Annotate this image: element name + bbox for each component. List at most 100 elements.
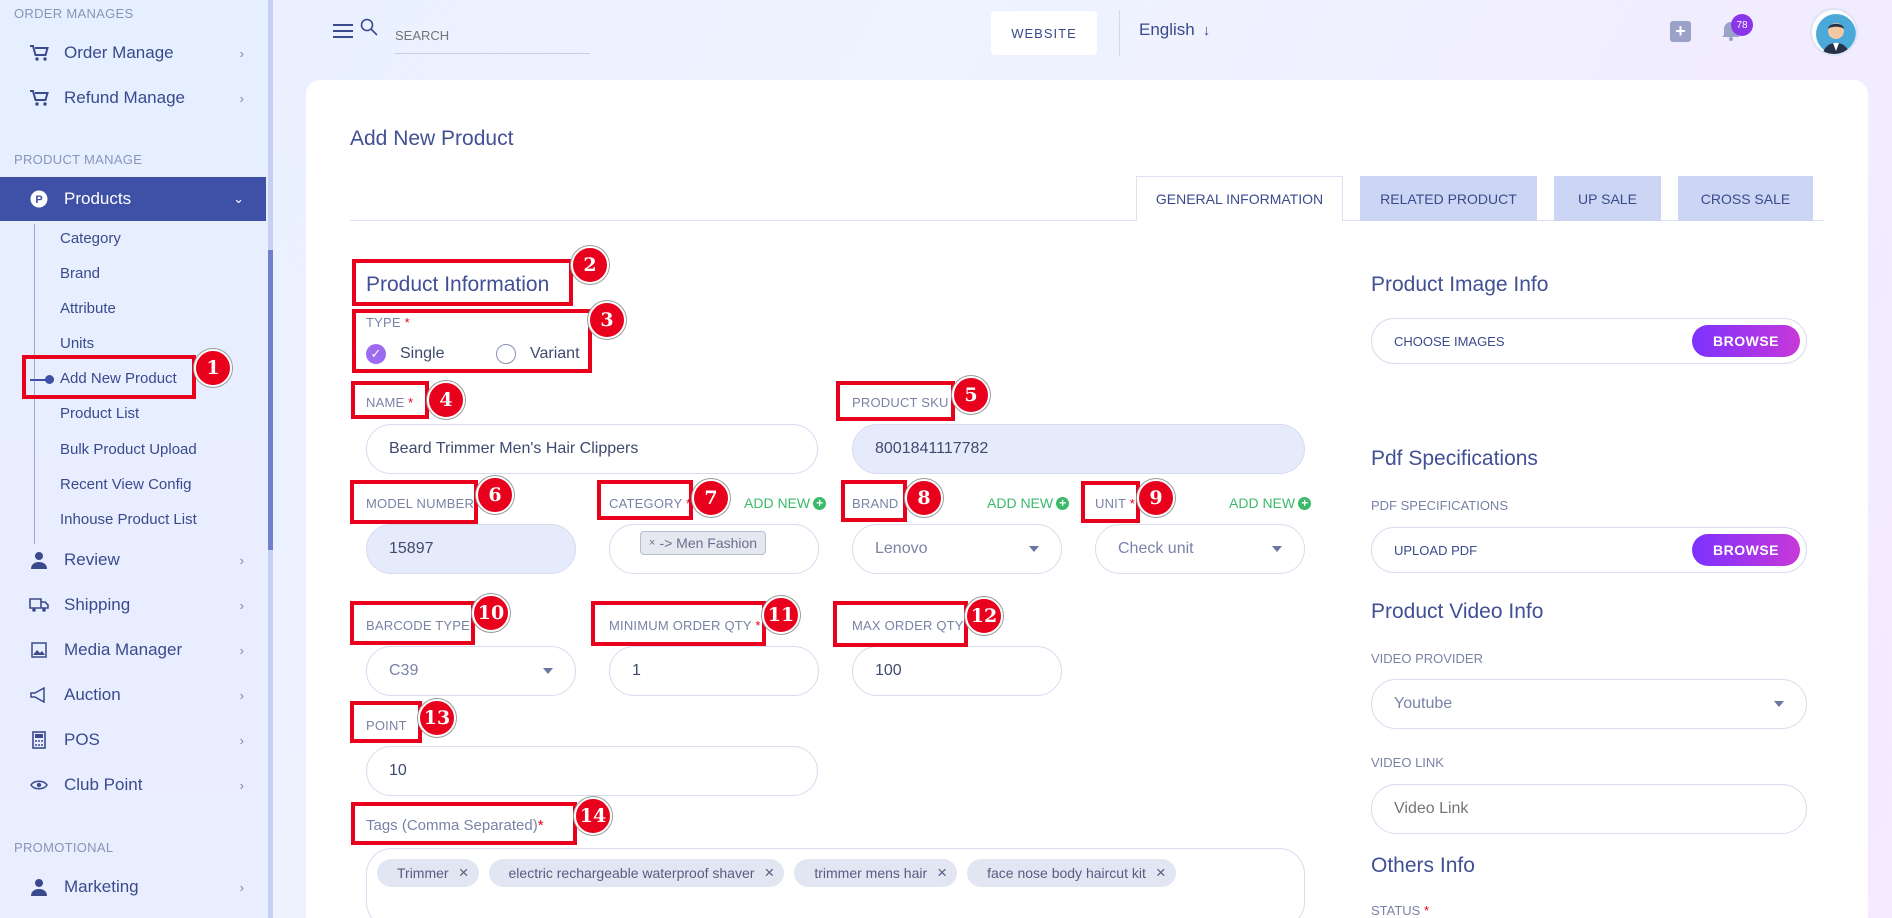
sidebar-item-auction[interactable]: Auction › <box>0 673 266 717</box>
video-provider-label: VIDEO PROVIDER <box>1371 651 1483 666</box>
submenu-product-list[interactable]: Product List <box>60 405 139 422</box>
sidebar: ORDER MANAGES Order Manage › Refund Mana… <box>0 0 268 918</box>
tag-remove-icon[interactable]: × <box>764 863 774 883</box>
chevron-right-icon: › <box>239 552 244 568</box>
min-order-qty-input[interactable]: 1 <box>609 646 819 696</box>
megaphone-icon <box>28 687 50 703</box>
highlight-box <box>597 480 693 520</box>
tag-chip: Trimmer × <box>377 859 479 887</box>
submenu-category[interactable]: Category <box>60 230 121 247</box>
sidebar-item-shipping[interactable]: Shipping › <box>0 583 266 627</box>
annotation-badge: 12 <box>965 597 1003 635</box>
model-number-input[interactable]: 15897 <box>366 524 576 574</box>
annotation-badge: 13 <box>418 699 456 737</box>
chevron-right-icon: › <box>239 597 244 613</box>
brand-select[interactable]: Lenovo <box>852 524 1062 574</box>
chip-remove-icon[interactable]: × <box>649 537 655 549</box>
annotation-badge: 1 <box>194 349 232 387</box>
product-image-title: Product Image Info <box>1371 273 1549 296</box>
highlight-box <box>841 480 907 522</box>
sidebar-item-review[interactable]: Review › <box>0 538 266 582</box>
tab-general-information[interactable]: GENERAL INFORMATION <box>1136 176 1343 221</box>
tag-remove-icon[interactable]: × <box>459 863 469 883</box>
search-icon[interactable] <box>360 18 378 41</box>
unit-select[interactable]: Check unit <box>1095 524 1305 574</box>
annotation-badge: 8 <box>905 479 943 517</box>
video-provider-select[interactable]: Youtube <box>1371 679 1807 729</box>
brand-add-new-link[interactable]: ADD NEW + <box>987 495 1070 511</box>
language-select[interactable]: English ↓ <box>1139 20 1210 40</box>
truck-icon <box>28 597 50 613</box>
category-add-new-link[interactable]: ADD NEW + <box>744 495 827 511</box>
caret-down-icon <box>1774 701 1784 707</box>
cart-icon <box>28 44 50 62</box>
add-icon[interactable]: + <box>1670 21 1691 42</box>
sidebar-item-products[interactable]: P Products ⌄ <box>0 177 266 221</box>
point-input[interactable]: 10 <box>366 746 818 796</box>
menu-icon[interactable] <box>333 22 353 38</box>
tag-chip: electric rechargeable waterproof shaver × <box>488 859 785 887</box>
highlight-box <box>591 601 766 646</box>
highlight-box <box>350 701 422 743</box>
sidebar-item-pos[interactable]: POS › <box>0 718 266 762</box>
video-link-input[interactable] <box>1371 784 1807 834</box>
annotation-badge: 10 <box>472 594 510 632</box>
annotation-badge: 5 <box>952 376 990 414</box>
sidebar-item-club-point[interactable]: Club Point › <box>0 763 266 807</box>
upload-pdf-field[interactable]: UPLOAD PDF BROWSE <box>1371 527 1807 573</box>
sidebar-label: Review <box>64 550 120 569</box>
image-icon <box>28 642 50 658</box>
choose-images-field[interactable]: CHOOSE IMAGES BROWSE <box>1371 318 1807 364</box>
user-icon <box>28 878 50 896</box>
chevron-right-icon: › <box>239 642 244 658</box>
submenu-units[interactable]: Units <box>60 335 94 352</box>
submenu-attribute[interactable]: Attribute <box>60 300 116 317</box>
annotation-badge: 2 <box>571 246 609 284</box>
chevron-right-icon: › <box>239 777 244 793</box>
plus-circle-icon: + <box>1298 496 1312 510</box>
annotation-badge: 7 <box>692 479 730 517</box>
website-button[interactable]: WEBSITE <box>991 11 1097 55</box>
caret-down-icon <box>1272 546 1282 552</box>
category-select[interactable]: × -> Men Fashion <box>609 524 819 574</box>
tag-chip: face nose body haircut kit × <box>967 859 1176 887</box>
sidebar-label: Shipping <box>64 595 131 614</box>
cart-icon <box>28 89 50 107</box>
sidebar-label: Refund Manage <box>64 88 185 107</box>
tags-input[interactable]: Trimmer × electric rechargeable waterproof… <box>366 848 1305 918</box>
name-input[interactable]: Beard Trimmer Men's Hair Clippers <box>366 424 818 474</box>
submenu-recent-view[interactable]: Recent View Config <box>60 476 191 493</box>
browse-pdf-button[interactable]: BROWSE <box>1692 534 1800 566</box>
barcode-type-select[interactable]: C39 <box>366 646 576 696</box>
tab-up-sale[interactable]: UP SALE <box>1554 176 1661 221</box>
annotation-badge: 11 <box>762 596 800 634</box>
annotation-badge: 4 <box>427 381 465 419</box>
calculator-icon <box>28 731 50 749</box>
chevron-right-icon: › <box>239 879 244 895</box>
sidebar-item-media-manager[interactable]: Media Manager › <box>0 628 266 672</box>
sidebar-label: Marketing <box>64 877 139 896</box>
submenu-inhouse[interactable]: Inhouse Product List <box>60 511 197 528</box>
eye-icon <box>28 779 50 791</box>
highlight-box <box>833 601 968 647</box>
browse-images-button[interactable]: BROWSE <box>1692 325 1800 357</box>
tag-chip: trimmer mens hair × <box>794 859 958 887</box>
section-promotional: PROMOTIONAL <box>14 840 114 855</box>
tag-remove-icon[interactable]: × <box>1156 863 1166 883</box>
sidebar-scrollbar-thumb[interactable] <box>268 250 273 550</box>
tab-cross-sale[interactable]: CROSS SALE <box>1678 176 1813 221</box>
sidebar-item-refund-manage[interactable]: Refund Manage › <box>0 76 266 120</box>
submenu-bulk-upload[interactable]: Bulk Product Upload <box>60 441 197 458</box>
search-input[interactable] <box>395 18 590 54</box>
unit-add-new-link[interactable]: ADD NEW + <box>1229 495 1312 511</box>
max-order-qty-input[interactable]: 100 <box>852 646 1062 696</box>
sku-input[interactable]: 8001841117782 <box>852 424 1305 474</box>
tab-related-product[interactable]: RELATED PRODUCT <box>1360 176 1537 221</box>
tag-remove-icon[interactable]: × <box>937 863 947 883</box>
others-info-title: Others Info <box>1371 854 1475 877</box>
avatar[interactable] <box>1810 8 1858 56</box>
sidebar-item-marketing[interactable]: Marketing › <box>0 865 266 909</box>
sidebar-item-order-manage[interactable]: Order Manage › <box>0 31 266 75</box>
submenu-brand[interactable]: Brand <box>60 265 100 282</box>
highlight-box <box>352 259 573 306</box>
